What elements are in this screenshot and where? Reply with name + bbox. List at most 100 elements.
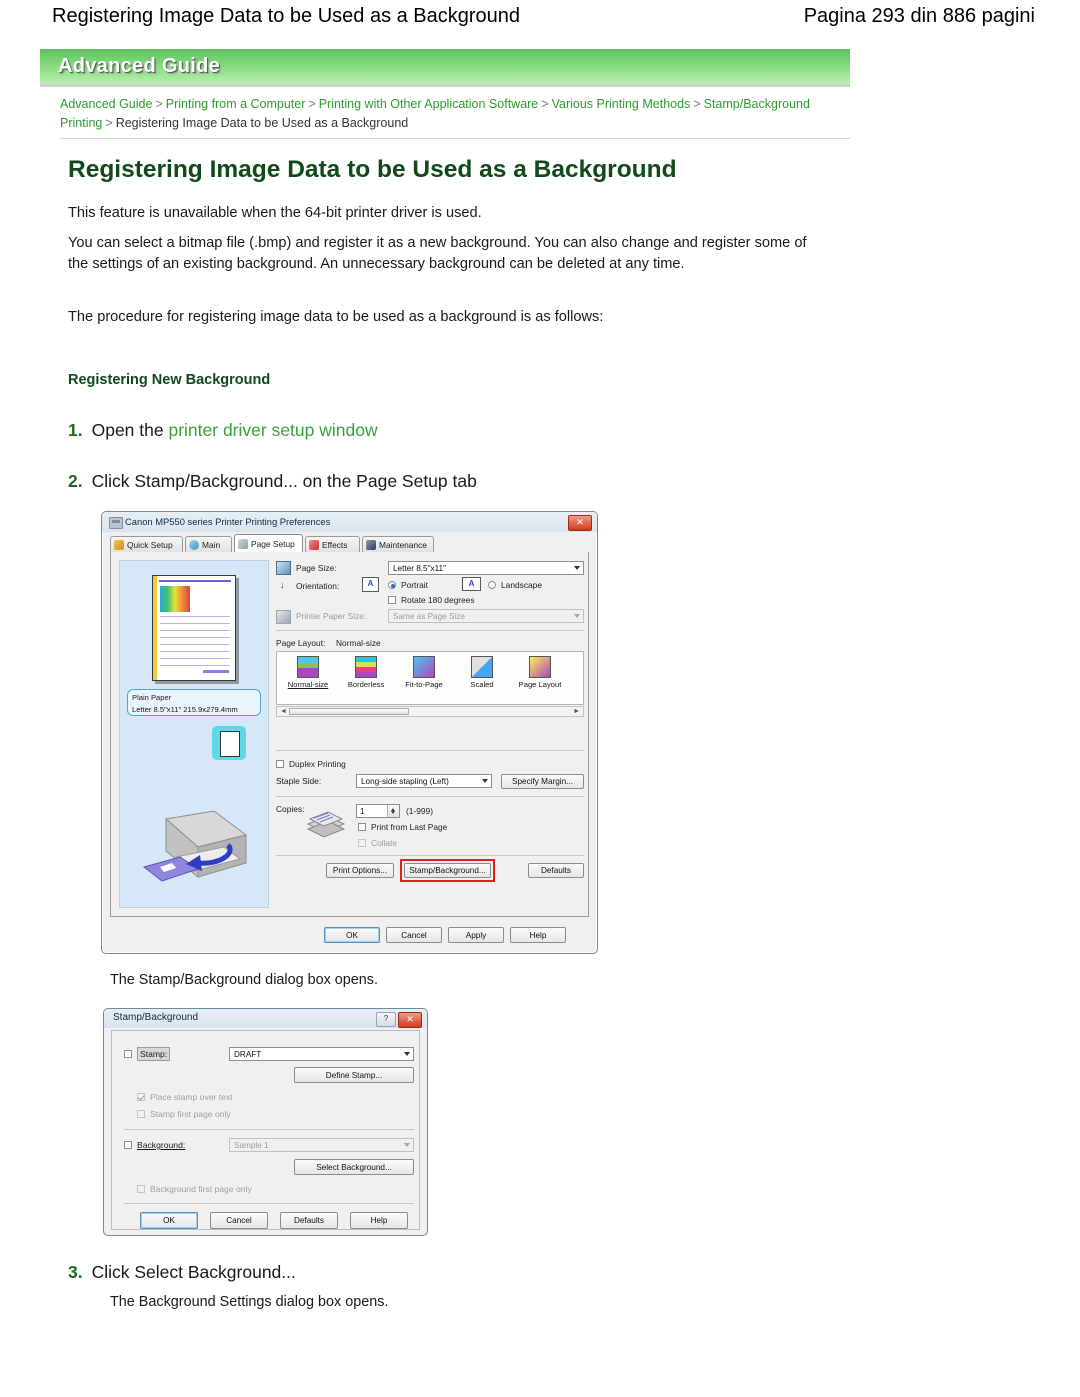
step-3-number: 3. [68,1262,83,1282]
tab-effects[interactable]: Effects [305,536,360,552]
paragraph-3: The procedure for registering image data… [68,309,604,325]
divider [276,630,584,631]
ok-button[interactable]: OK [324,927,380,943]
tab-maintenance-label: Maintenance [379,540,427,550]
stamp-cancel-button[interactable]: Cancel [210,1212,268,1229]
stamp-first-page-only-label: Stamp first page only [150,1109,231,1119]
layout-option-normal-size[interactable]: Normal-size [282,656,334,689]
portrait-radio[interactable] [388,581,396,589]
note-stamp-background-opens: The Stamp/Background dialog box opens. [110,972,378,988]
step-3-text: Click Select Background... [91,1262,296,1282]
step-1: 1. Open the printer driver setup window [68,420,378,441]
select-background-button[interactable]: Select Background... [294,1159,414,1175]
printer-illustration [136,789,256,899]
background-checkbox[interactable] [124,1141,132,1149]
divider [276,855,584,856]
paragraph-2: You can select a bitmap file (.bmp) and … [68,235,807,272]
stamp-label: Stamp: [140,1049,168,1059]
divider [124,1203,414,1204]
divider [124,1129,414,1130]
page-size-label: Page Size: [296,563,337,573]
chevron-down-icon [404,1143,410,1147]
paragraph-1: This feature is unavailable when the 64-… [68,205,482,221]
stamp-dialog-body: Stamp: DRAFT Define Stamp... Place stamp… [111,1030,420,1230]
layout-option-borderless-label: Borderless [347,680,385,689]
apply-button[interactable]: Apply [448,927,504,943]
printer-paper-size-combobox[interactable]: Same as Page Size [388,609,584,623]
page-layout-icon [529,656,551,678]
stamp-first-page-only-checkbox[interactable] [137,1110,145,1118]
page-size-combobox[interactable]: Letter 8.5"x11" [388,561,584,575]
stamp-combobox[interactable]: DRAFT [229,1047,414,1061]
copies-spinner-arrows[interactable] [387,805,399,817]
media-size-label: Letter 8.5"x11" 215.9x279.4mm [132,705,238,714]
scroll-left-icon[interactable]: ◄ [280,708,287,715]
page-title: Registering Image Data to be Used as a B… [68,156,677,183]
background-value: Sample 1 [234,1141,269,1150]
tab-main[interactable]: Main [185,536,232,552]
prefs-dialog-tabstrip: Quick Setup Main Page Setup Effects Main… [110,534,589,552]
step-2-text: Click Stamp/Background... on the Page Se… [91,471,477,491]
note-background-settings-opens: The Background Settings dialog box opens… [110,1294,389,1310]
close-icon[interactable]: ✕ [398,1012,422,1028]
landscape-icon: A [462,577,481,591]
define-stamp-button[interactable]: Define Stamp... [294,1067,414,1083]
cancel-button[interactable]: Cancel [386,927,442,943]
orientation-label: Orientation: [296,581,340,591]
page-size-icon [276,561,291,575]
scaled-icon [471,656,493,678]
scroll-right-icon[interactable]: ► [573,708,580,715]
chevron-down-icon [482,779,488,783]
media-type-label: Plain Paper [132,693,172,702]
divider [276,796,584,797]
layout-option-normal-size-label: Normal-size [287,680,329,689]
defaults-button[interactable]: Defaults [528,863,584,878]
copies-value: 1 [360,807,365,816]
quick-setup-icon [114,540,124,550]
tab-quick-setup[interactable]: Quick Setup [110,536,183,552]
layout-option-scaled[interactable]: Scaled [456,656,508,689]
stamp-defaults-button[interactable]: Defaults [280,1212,338,1229]
step-2: 2. Click Stamp/Background... on the Page … [68,471,477,492]
layout-option-fit-to-page[interactable]: Fit-to-Page [398,656,450,689]
staple-side-combobox[interactable]: Long-side stapling (Left) [356,774,492,788]
paper-preview-thumbnail [152,575,236,681]
tab-page-setup[interactable]: Page Setup [234,534,303,552]
copies-stepper[interactable]: 1 [356,804,400,818]
rotate-180-checkbox[interactable] [388,596,396,604]
prefs-dialog-title: Canon MP550 series Printer Printing Pref… [125,516,331,527]
section-subheading: Registering New Background [68,372,271,388]
specify-margin-button[interactable]: Specify Margin... [501,774,584,789]
landscape-label: Landscape [501,580,542,590]
place-stamp-over-text-label: Place stamp over text [150,1092,233,1102]
layout-option-page-layout[interactable]: Page Layout [514,656,566,689]
portrait-icon: A [362,577,379,592]
step-3: 3. Click Select Background... [68,1262,296,1283]
layout-gallery-scrollbar[interactable]: ◄ ► [276,706,584,717]
background-combobox[interactable]: Sample 1 [229,1138,414,1152]
chevron-down-icon [574,566,580,570]
duplex-printing-checkbox[interactable] [276,760,284,768]
layout-option-borderless[interactable]: Borderless [340,656,392,689]
help-icon[interactable]: ? [376,1012,396,1027]
close-icon[interactable]: ✕ [568,515,592,531]
stamp-checkbox[interactable] [124,1050,132,1058]
print-options-button[interactable]: Print Options... [326,863,394,878]
stamp-help-button[interactable]: Help [350,1212,408,1229]
scrollbar-thumb[interactable] [289,708,409,715]
place-stamp-over-text-checkbox[interactable] [137,1093,145,1101]
printer-paper-size-icon [276,610,291,624]
landscape-radio[interactable] [488,581,496,589]
paper-top-rule [159,580,231,582]
tab-effects-label: Effects [322,540,348,550]
printer-driver-setup-window-link[interactable]: printer driver setup window [168,420,377,440]
collate-checkbox[interactable] [358,839,366,847]
background-first-page-only-checkbox[interactable] [137,1185,145,1193]
stamp-background-highlight [400,859,495,882]
prefs-dialog-titlebar: Canon MP550 series Printer Printing Pref… [102,512,597,532]
tab-maintenance[interactable]: Maintenance [362,536,434,552]
divider [276,750,584,751]
help-button[interactable]: Help [510,927,566,943]
stamp-ok-button[interactable]: OK [140,1212,198,1229]
print-from-last-page-checkbox[interactable] [358,823,366,831]
